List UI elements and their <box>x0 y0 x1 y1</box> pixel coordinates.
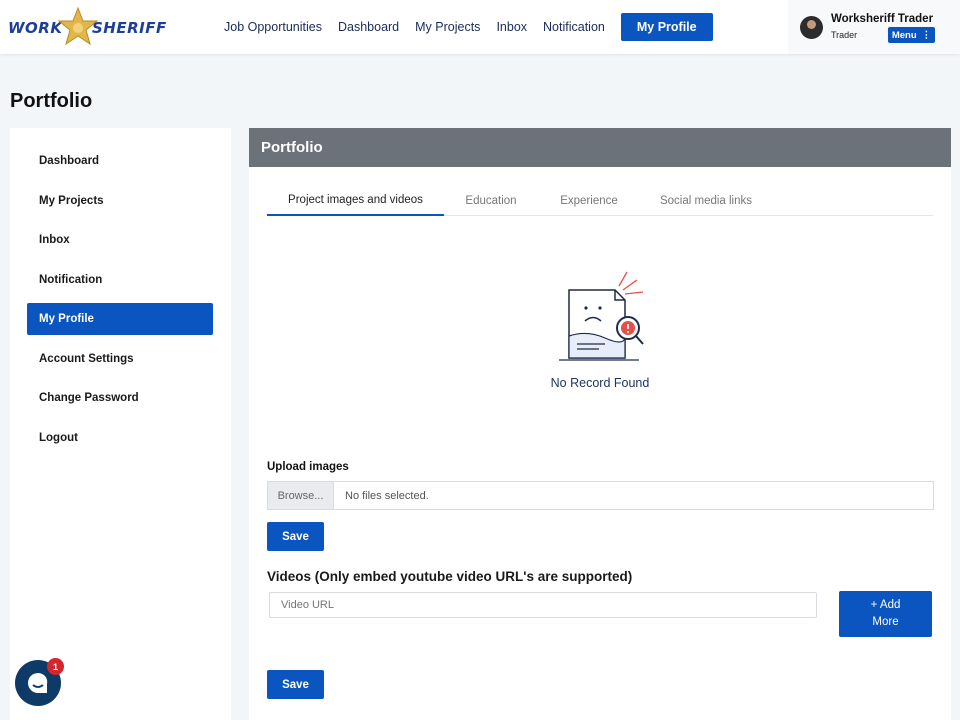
add-more-label-line1: + Add <box>870 599 901 611</box>
video-url-input[interactable] <box>269 592 817 618</box>
sidebar-item-my-profile[interactable]: My Profile <box>27 303 213 335</box>
logo-text-work: WORK <box>8 19 63 37</box>
portfolio-panel: Portfolio Project images and videos Educ… <box>249 128 951 720</box>
nav-notification[interactable]: Notification <box>543 20 605 34</box>
nav-my-projects[interactable]: My Projects <box>415 20 480 34</box>
chat-bubble-icon <box>28 672 48 693</box>
user-role: Trader <box>831 30 858 40</box>
upload-images-label: Upload images <box>267 461 349 473</box>
top-navbar: WORK SHERIFF Job Opportunities Dashboard… <box>0 0 960 54</box>
sidebar-item-change-password[interactable]: Change Password <box>27 382 213 414</box>
empty-state-text: No Record Found <box>550 376 650 390</box>
panel-title: Portfolio <box>249 128 951 167</box>
avatar[interactable] <box>800 16 823 39</box>
videos-title: Videos (Only embed youtube video URL's a… <box>267 569 633 584</box>
no-record-icon <box>559 271 644 361</box>
nav-inbox[interactable]: Inbox <box>496 20 527 34</box>
tab-education[interactable]: Education <box>454 185 528 216</box>
menu-button[interactable]: Menu ⋮ <box>888 27 935 43</box>
user-panel: Worksheriff Trader Trader Menu ⋮ <box>788 0 960 54</box>
nav-dashboard[interactable]: Dashboard <box>338 20 399 34</box>
nav-job-opportunities[interactable]: Job Opportunities <box>224 20 322 34</box>
sidebar: Dashboard My Projects Inbox Notification… <box>10 128 231 720</box>
logo-text-sheriff: SHERIFF <box>92 19 167 37</box>
tab-social-media-links[interactable]: Social media links <box>650 185 762 216</box>
save-videos-button[interactable]: Save <box>267 670 324 699</box>
chat-unread-badge: 1 <box>47 658 64 675</box>
save-images-button[interactable]: Save <box>267 522 324 551</box>
add-more-button[interactable]: + Add More <box>839 591 932 637</box>
sidebar-item-dashboard[interactable]: Dashboard <box>27 145 213 177</box>
file-status-text: No files selected. <box>345 489 429 502</box>
file-upload-input[interactable]: Browse... No files selected. <box>267 481 934 510</box>
add-more-label-line2: More <box>872 616 899 628</box>
portfolio-tabs: Project images and videos Education Expe… <box>267 185 933 216</box>
sidebar-item-logout[interactable]: Logout <box>27 422 213 454</box>
kebab-icon: ⋮ <box>921 29 932 41</box>
sidebar-item-my-projects[interactable]: My Projects <box>27 185 213 217</box>
sidebar-item-inbox[interactable]: Inbox <box>27 224 213 256</box>
nav-my-profile[interactable]: My Profile <box>620 13 713 41</box>
main-nav: Job Opportunities Dashboard My Projects … <box>216 13 721 41</box>
page-title: Portfolio <box>10 90 93 112</box>
site-logo[interactable]: WORK SHERIFF <box>8 6 166 50</box>
sidebar-item-account-settings[interactable]: Account Settings <box>27 343 213 375</box>
tab-project-images-videos[interactable]: Project images and videos <box>267 185 444 216</box>
tab-experience[interactable]: Experience <box>550 185 628 216</box>
user-name: Worksheriff Trader <box>831 13 934 25</box>
browse-button[interactable]: Browse... <box>268 482 334 509</box>
menu-label: Menu <box>891 29 917 41</box>
sidebar-item-notification[interactable]: Notification <box>27 264 213 296</box>
